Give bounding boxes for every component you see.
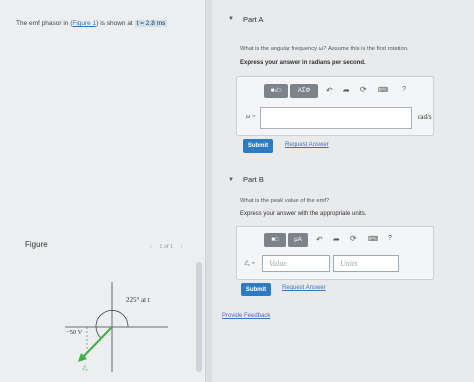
collapse-part-a-icon[interactable]: ▼ (228, 16, 234, 22)
value-input[interactable]: Value (262, 255, 330, 272)
figure-label: Figure (25, 240, 48, 249)
figure-pager: ‹ 1 of 1 › (150, 244, 183, 250)
figure-link[interactable]: Figure 1 (72, 20, 96, 27)
fraction-template-icon: ■□ (271, 237, 279, 243)
omega-label: ω = (246, 114, 256, 120)
part-a-title: Part A (243, 15, 264, 24)
pane-divider[interactable] (205, 0, 212, 382)
part-b-question: What is the peak value of the emf? (240, 198, 330, 204)
next-figure-icon[interactable]: › (181, 244, 183, 250)
part-b-request-answer[interactable]: Request Answer (282, 285, 326, 291)
help-button-b[interactable]: ? (388, 235, 392, 242)
prev-figure-icon[interactable]: ‹ (150, 244, 152, 250)
part-b-title: Part B (243, 175, 264, 184)
help-button[interactable]: ? (402, 86, 406, 93)
part-b-submit-button[interactable]: Submit (241, 283, 271, 296)
template-button-b[interactable]: ■□ (264, 233, 286, 247)
reset-icon-b[interactable]: ⟳ (350, 234, 357, 243)
phasor-diagram: 225° at t −50 V ℰ₀ (65, 282, 168, 372)
symbols-button[interactable]: AΣΦ (290, 84, 318, 98)
template-button[interactable]: ■√□ (264, 84, 288, 98)
omega-input[interactable] (260, 107, 412, 129)
part-a-submit-button[interactable]: Submit (243, 139, 273, 153)
keyboard-icon[interactable]: ⌨ (378, 86, 388, 94)
units-button[interactable]: μA (288, 233, 308, 247)
units-input[interactable]: Units (333, 255, 399, 272)
part-a-unit: rad/s (418, 113, 432, 121)
part-a-request-answer[interactable]: Request Answer (285, 142, 329, 148)
figure-pager-text: 1 of 1 (159, 244, 174, 250)
undo-icon-b[interactable]: ↶ (316, 235, 323, 244)
part-b-instruction: Express your answer with the appropriate… (240, 211, 367, 217)
figure-scrollbar[interactable] (196, 262, 202, 372)
fraction-sqrt-icon: ■√□ (270, 88, 282, 94)
keyboard-icon-b[interactable]: ⌨ (368, 235, 378, 243)
emf-label: ℰ₀ = (244, 261, 256, 267)
undo-icon[interactable]: ↶ (326, 86, 333, 95)
collapse-part-b-icon[interactable]: ▼ (228, 177, 234, 183)
provide-feedback-link[interactable]: Provide Feedback (222, 313, 270, 319)
voltage-label: −50 V (66, 329, 83, 336)
intro-text: The emf phasor in (16, 20, 69, 27)
intro-text-2: is shown at (100, 20, 133, 27)
redo-icon[interactable]: ➦ (343, 86, 350, 95)
reset-icon[interactable]: ⟳ (360, 85, 367, 94)
part-a-instruction: Express your answer in radians per secon… (240, 60, 366, 66)
redo-icon-b[interactable]: ➦ (333, 235, 340, 244)
phasor-label: ℰ₀ (82, 365, 88, 372)
problem-intro: The emf phasor in (Figure 1) is shown at… (16, 20, 168, 27)
time-highlight: t = 2.8 ms (134, 20, 168, 27)
angle-label: 225° at t (126, 296, 150, 304)
part-a-question: What is the angular frequency ω? Assume … (240, 46, 409, 52)
